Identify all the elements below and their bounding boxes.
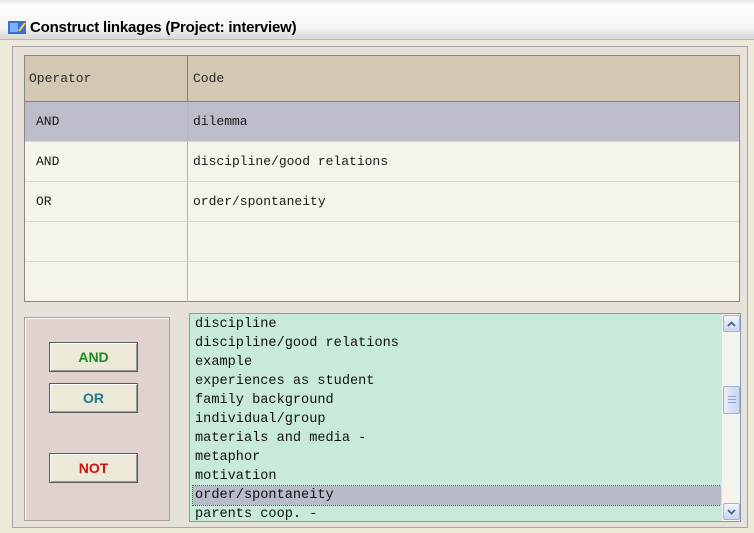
code-cell[interactable] — [188, 262, 739, 302]
grid-row[interactable] — [25, 262, 739, 302]
list-item[interactable]: discipline — [193, 315, 723, 334]
code-list[interactable]: discipline discipline/good relations exa… — [189, 313, 741, 522]
operator-cell[interactable]: AND — [25, 142, 188, 181]
operator-cell[interactable] — [25, 222, 188, 261]
list-item[interactable]: motivation — [193, 467, 723, 486]
grid-row[interactable] — [25, 222, 739, 262]
code-cell[interactable]: dilemma — [188, 102, 739, 141]
list-item[interactable]: metaphor — [193, 448, 723, 467]
list-item[interactable]: materials and media - — [193, 429, 723, 448]
grid-row[interactable]: OR order/spontaneity — [25, 182, 739, 222]
list-item[interactable]: experiences as student — [193, 372, 723, 391]
operator-cell[interactable]: AND — [25, 102, 188, 141]
list-item[interactable]: example — [193, 353, 723, 372]
list-item[interactable]: family background — [193, 391, 723, 410]
scroll-thumb[interactable] — [723, 386, 740, 414]
operator-button-panel: AND OR NOT — [24, 317, 170, 521]
list-item-selected[interactable]: order/spontaneity — [192, 485, 724, 506]
chevron-down-icon — [727, 508, 736, 515]
code-cell[interactable] — [188, 222, 739, 261]
title-bar: Construct linkages (Project: interview) — [0, 0, 754, 40]
grid-row[interactable]: AND discipline/good relations — [25, 142, 739, 182]
grid-row[interactable]: AND dilemma — [25, 102, 739, 142]
construct-linkages-window: Construct linkages (Project: interview) … — [0, 0, 754, 533]
code-cell[interactable]: order/spontaneity — [188, 182, 739, 221]
scroll-up-button[interactable] — [723, 315, 740, 332]
code-column-header[interactable]: Code — [188, 56, 739, 101]
list-item[interactable]: discipline/good relations — [193, 334, 723, 353]
list-item[interactable]: individual/group — [193, 410, 723, 429]
list-scrollbar[interactable] — [721, 314, 740, 521]
not-button[interactable]: NOT — [49, 453, 138, 483]
operator-cell[interactable]: OR — [25, 182, 188, 221]
operator-column-header[interactable]: Operator — [25, 56, 188, 101]
list-item[interactable]: parents coop. - — [193, 505, 723, 521]
app-icon — [8, 21, 26, 34]
code-cell[interactable]: discipline/good relations — [188, 142, 739, 181]
linkage-grid: Operator Code AND dilemma AND discipline… — [24, 55, 740, 302]
and-button[interactable]: AND — [49, 342, 138, 372]
chevron-up-icon — [727, 320, 736, 327]
grid-header: Operator Code — [25, 56, 739, 102]
scroll-down-button[interactable] — [723, 503, 740, 520]
operator-cell[interactable] — [25, 262, 188, 302]
or-button[interactable]: OR — [49, 383, 138, 413]
window-title: Construct linkages (Project: interview) — [30, 19, 297, 36]
